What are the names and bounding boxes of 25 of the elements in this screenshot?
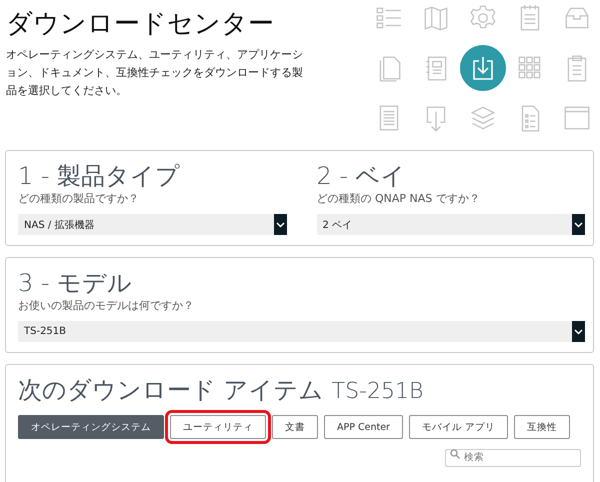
category-tab[interactable]: APP Center — [324, 415, 403, 439]
dropdown[interactable]: NAS / 拡張機器 — [18, 214, 286, 235]
chevron-icon — [572, 321, 585, 342]
step-heading: 1 - 製品タイプ — [18, 161, 182, 191]
downloads-heading: 次のダウンロード アイテム — [18, 375, 324, 405]
model-name: TS-251B — [332, 379, 424, 404]
page-title: ダウンロードセンター — [6, 8, 275, 41]
category-tab[interactable]: 文書 — [272, 415, 318, 439]
step-heading: 3 - モデル — [18, 268, 134, 298]
dropdown[interactable]: 2 ベイ — [316, 214, 585, 235]
download-icon — [470, 55, 494, 81]
description: オペレーティングシステム、ユーティリティ、アプリケーション、ドキュメント、互換性チェックをダウンロードする製品を選択してください。 — [6, 47, 303, 99]
step-question: お使いの製品のモデルは何ですか？ — [18, 298, 195, 313]
category-tab[interactable]: モバイル アプリ — [408, 415, 508, 439]
download-button[interactable] — [460, 45, 506, 91]
step-question: どの種類の QNAP NAS ですか？ — [316, 191, 481, 206]
chevron-icon — [274, 214, 286, 235]
chevron-icon — [572, 214, 585, 235]
category-tab[interactable]: 互換性 — [514, 415, 570, 439]
dropdown[interactable]: TS-251B — [18, 321, 585, 342]
step-question: どの種類の製品ですか？ — [18, 191, 140, 206]
step-heading: 2 - ベイ — [316, 161, 407, 191]
search-field[interactable]: 検索 — [445, 448, 581, 466]
search-icon — [450, 449, 460, 459]
category-tab[interactable]: オペレーティングシステム — [18, 415, 164, 439]
